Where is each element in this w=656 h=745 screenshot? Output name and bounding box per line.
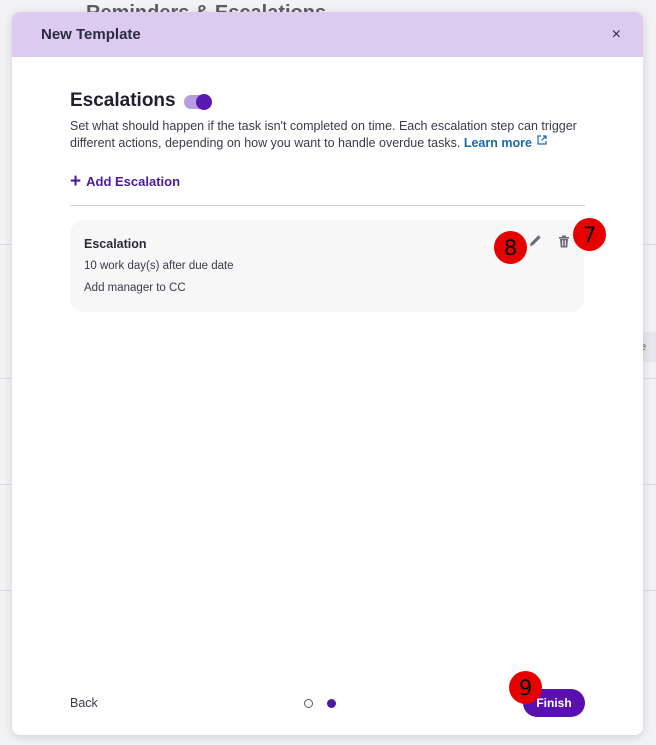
- escalations-section: Escalations Set what should happen if th…: [70, 90, 606, 312]
- close-icon[interactable]: ×: [612, 26, 621, 43]
- annotation-badge-delete: 7: [573, 218, 606, 251]
- learn-more-label: Learn more: [463, 136, 532, 150]
- toggle-knob: [195, 94, 212, 110]
- trash-icon[interactable]: [558, 235, 570, 253]
- modal-header: New Template ×: [12, 12, 643, 57]
- new-template-modal: New Template × Escalations Set what shou…: [12, 12, 643, 735]
- escalation-action: Add manager to CC: [84, 282, 186, 294]
- escalation-card: Escalation 10 work day(s) after due date…: [70, 218, 606, 312]
- plus-icon: +: [70, 171, 82, 192]
- annotation-badge-finish: 9: [509, 671, 542, 704]
- edit-icon[interactable]: [528, 234, 542, 253]
- external-link-icon: [537, 135, 547, 145]
- step-dot-2[interactable]: [327, 699, 336, 708]
- learn-more-link[interactable]: Learn more: [463, 135, 548, 150]
- section-heading: Escalations: [70, 90, 176, 111]
- heading-row: Escalations: [70, 90, 585, 112]
- escalation-timing: 10 work day(s) after due date: [84, 260, 234, 272]
- annotation-badge-edit: 8: [494, 231, 527, 264]
- add-escalation-label: Add Escalation: [86, 174, 181, 189]
- modal-title: New Template: [41, 26, 141, 43]
- add-escalation-button[interactable]: + Add Escalation: [70, 172, 180, 191]
- step-pager: [304, 699, 336, 708]
- section-description: Set what should happen if the task isn't…: [70, 118, 585, 152]
- divider: [70, 205, 585, 206]
- step-dot-1[interactable]: [304, 699, 313, 708]
- escalations-toggle[interactable]: [183, 94, 212, 110]
- back-button[interactable]: Back: [70, 696, 98, 710]
